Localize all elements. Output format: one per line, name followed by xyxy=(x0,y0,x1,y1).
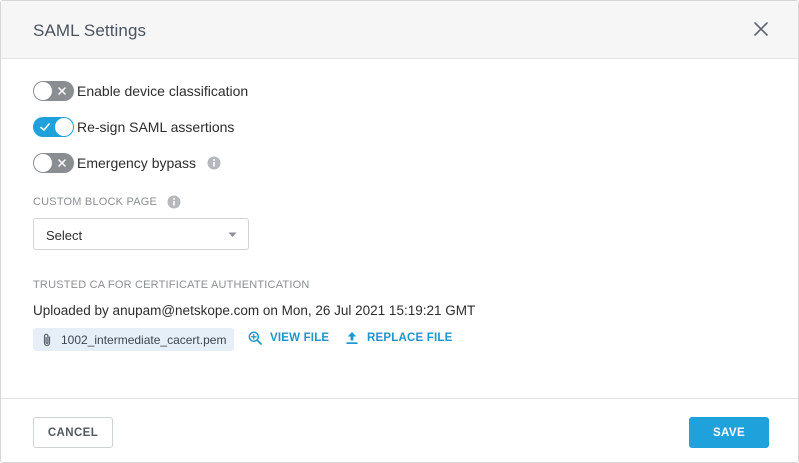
resign-saml-label: Re-sign SAML assertions xyxy=(77,119,235,135)
device-classification-label: Enable device classification xyxy=(77,83,249,99)
toggle-row-emergency-bypass: Emergency bypass xyxy=(33,152,221,174)
footer-divider xyxy=(1,398,798,399)
caret-down-icon xyxy=(228,232,237,237)
trusted-ca-label: TRUSTED CA FOR CERTIFICATE AUTHENTICATIO… xyxy=(33,279,310,291)
file-chip[interactable]: 1002_intermediate_cacert.pem xyxy=(33,328,235,351)
toggle-row-device-classification: Enable device classification xyxy=(33,80,248,102)
emergency-bypass-toggle[interactable] xyxy=(33,153,74,173)
check-icon xyxy=(40,123,50,131)
dialog-header: SAML Settings xyxy=(1,1,798,59)
custom-block-page-section: CUSTOM BLOCK PAGE xyxy=(33,195,181,209)
cancel-button[interactable]: CANCEL xyxy=(33,417,113,448)
close-button[interactable] xyxy=(750,18,772,40)
toggle-row-resign-saml: Re-sign SAML assertions xyxy=(33,116,234,138)
save-button[interactable]: SAVE xyxy=(689,417,769,448)
info-icon[interactable] xyxy=(207,156,221,170)
resign-saml-toggle[interactable] xyxy=(33,117,74,137)
custom-block-page-label: CUSTOM BLOCK PAGE xyxy=(33,196,158,208)
file-name: 1002_intermediate_cacert.pem xyxy=(61,332,227,347)
saml-settings-dialog: SAML Settings Enable device classificati… xyxy=(0,0,799,463)
view-file-label: VIEW FILE xyxy=(270,332,330,344)
close-icon xyxy=(754,22,768,36)
replace-file-label: REPLACE FILE xyxy=(367,332,453,344)
info-icon[interactable] xyxy=(167,195,181,209)
uploaded-info-text: Uploaded by anupam@netskope.com on Mon, … xyxy=(33,303,476,318)
x-icon xyxy=(58,159,66,167)
zoom-in-icon xyxy=(248,331,262,345)
custom-block-page-select[interactable]: Select xyxy=(33,218,249,250)
upload-icon xyxy=(346,332,358,344)
replace-file-link[interactable]: REPLACE FILE xyxy=(345,331,452,345)
paperclip-icon xyxy=(43,333,51,346)
toggle-knob xyxy=(55,118,73,136)
view-file-link[interactable]: VIEW FILE xyxy=(248,331,329,345)
emergency-bypass-label: Emergency bypass xyxy=(77,155,197,171)
x-icon xyxy=(58,87,66,95)
device-classification-toggle[interactable] xyxy=(33,81,74,101)
dialog-title: SAML Settings xyxy=(33,21,147,40)
toggle-knob xyxy=(34,82,52,100)
toggle-knob xyxy=(34,154,52,172)
select-value: Select xyxy=(46,228,83,243)
